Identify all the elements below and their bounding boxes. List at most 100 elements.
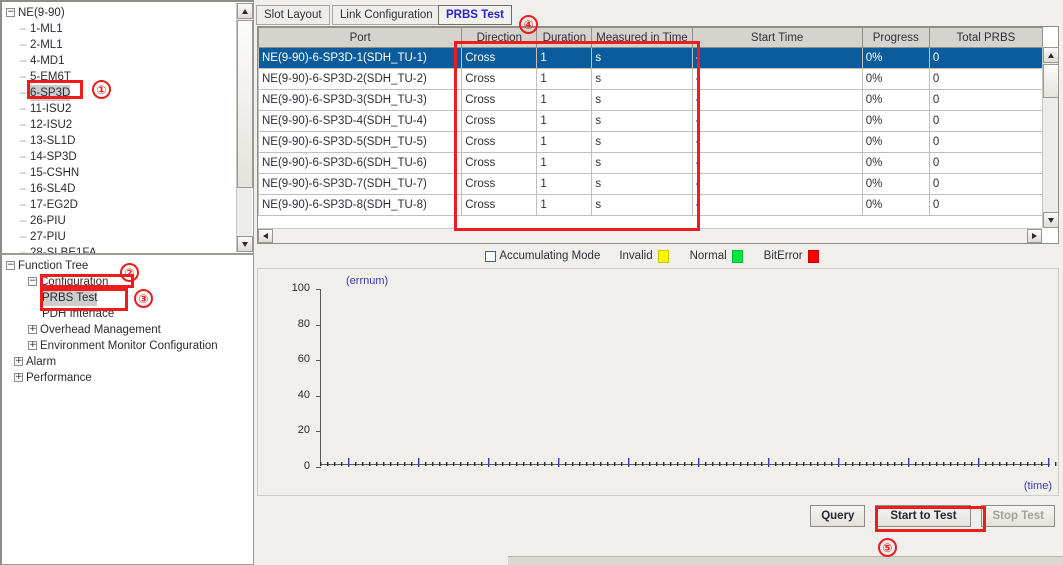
start-to-test-button[interactable]: Start to Test xyxy=(875,505,972,527)
prbs-chart: (errnum) (time) 0 20 40 60 80 100 xyxy=(257,268,1059,496)
cell-measured-in-time[interactable]: s xyxy=(591,47,693,69)
cell-measured-in-time[interactable]: s xyxy=(591,152,693,174)
column-header[interactable]: Port xyxy=(257,27,463,48)
cell-duration[interactable]: 1 xyxy=(536,68,593,90)
device-tree-item-28-slbe1fa[interactable]: –28-SLBE1FA xyxy=(6,245,236,253)
function-tree-item-overhead-management[interactable]: + Overhead Management xyxy=(6,322,236,338)
cell-duration[interactable]: 1 xyxy=(536,47,593,69)
expand-icon[interactable]: − xyxy=(28,277,37,287)
function-tree-item-prbs-test[interactable]: PRBS Test xyxy=(6,290,236,306)
scroll-up-icon[interactable] xyxy=(237,3,253,19)
scroll-thumb[interactable] xyxy=(1043,64,1059,98)
y-tick-label: 100 xyxy=(291,282,310,294)
function-tree-item-environment-monitor-configuration[interactable]: + Environment Monitor Configuration xyxy=(6,338,236,354)
cell-duration[interactable]: 1 xyxy=(536,110,593,132)
table-row[interactable]: NE(9-90)-6-SP3D-1(SDH_TU-1) Cross 1 s -0% 0 xyxy=(257,47,1044,69)
scroll-down-icon[interactable] xyxy=(237,236,253,252)
device-tree-item-17-eg2d[interactable]: –17-EG2D xyxy=(6,197,236,213)
table-vscrollbar[interactable] xyxy=(1042,47,1059,228)
function-tree[interactable]: − Function Tree − Configuration PRBS Test PDH… xyxy=(2,255,236,564)
cell-measured-in-time[interactable]: s xyxy=(591,68,693,90)
checkbox-icon[interactable] xyxy=(485,250,497,262)
scroll-left-icon[interactable] xyxy=(258,229,273,243)
device-tree-item-27-piu[interactable]: –27-PIU xyxy=(6,229,236,245)
expand-icon[interactable]: + xyxy=(28,325,37,335)
scroll-down-icon[interactable] xyxy=(1043,212,1059,228)
cell-measured-in-time[interactable]: s xyxy=(591,89,693,111)
column-header[interactable]: Direction xyxy=(461,27,538,48)
collapse-icon[interactable]: − xyxy=(6,8,15,18)
tab-link-configuration[interactable]: Link Configuration xyxy=(332,5,441,25)
tree-connector-icon: – xyxy=(20,151,27,163)
expand-icon[interactable]: + xyxy=(14,357,23,367)
cell-duration[interactable]: 1 xyxy=(536,173,593,195)
table-row[interactable]: NE(9-90)-6-SP3D-8(SDH_TU-8) Cross 1 s -0% 0 xyxy=(257,194,1044,216)
device-tree-item-12-isu2[interactable]: –12-ISU2 xyxy=(6,117,236,133)
column-header[interactable]: Duration xyxy=(536,27,593,48)
tab-prbs-test[interactable]: PRBS Test xyxy=(438,5,512,25)
device-tree-item-15-cshn[interactable]: –15-CSHN xyxy=(6,165,236,181)
tree-node-root[interactable]: − NE(9-90) xyxy=(6,5,236,21)
column-header[interactable]: Measured in Time xyxy=(591,27,693,48)
legend-swatch-normal xyxy=(731,249,743,263)
collapse-icon[interactable]: − xyxy=(6,261,15,271)
cell-duration[interactable]: 1 xyxy=(536,194,593,216)
scroll-thumb[interactable] xyxy=(237,20,253,188)
device-tree-item-4-md1[interactable]: –4-MD1 xyxy=(6,53,236,69)
table-row[interactable]: NE(9-90)-6-SP3D-7(SDH_TU-7) Cross 1 s -0% 0 xyxy=(257,173,1044,195)
column-header[interactable]: Progress xyxy=(861,27,930,48)
table-row[interactable]: NE(9-90)-6-SP3D-4(SDH_TU-4) Cross 1 s -0% 0 xyxy=(257,110,1044,132)
cell-direction[interactable]: Cross xyxy=(461,47,538,69)
accumulating-mode-checkbox[interactable]: Accumulating Mode xyxy=(485,250,600,262)
table-row[interactable]: NE(9-90)-6-SP3D-5(SDH_TU-5) Cross 1 s -0% 0 xyxy=(257,131,1044,153)
cell-direction[interactable]: Cross xyxy=(461,131,538,153)
device-tree-item-13-sl1d[interactable]: –13-SL1D xyxy=(6,133,236,149)
cell-direction[interactable]: Cross xyxy=(461,194,538,216)
cell-start-time: - xyxy=(691,89,863,111)
tree-node-function-root[interactable]: − Function Tree xyxy=(6,258,236,274)
device-tree-item-6-sp3d[interactable]: –6-SP3D xyxy=(6,85,236,101)
cell-measured-in-time[interactable]: s xyxy=(591,110,693,132)
cell-total-prbs: 0 xyxy=(928,131,1044,153)
device-tree-item-1-ml1[interactable]: –1-ML1 xyxy=(6,21,236,37)
device-tree-item-16-sl4d[interactable]: –16-SL4D xyxy=(6,181,236,197)
cell-duration[interactable]: 1 xyxy=(536,89,593,111)
cell-direction[interactable]: Cross xyxy=(461,110,538,132)
function-tree-item-pdh-interface[interactable]: PDH Interface xyxy=(6,306,236,322)
device-tree-item-26-piu[interactable]: –26-PIU xyxy=(6,213,236,229)
cell-progress: 0% xyxy=(861,194,930,216)
scroll-up-icon[interactable] xyxy=(1043,47,1059,63)
column-header[interactable]: Total PRBS xyxy=(928,27,1044,48)
query-button[interactable]: Query xyxy=(810,505,866,527)
expand-icon[interactable]: + xyxy=(28,341,37,351)
tree-connector-icon: – xyxy=(20,103,27,115)
device-tree-item-5-em6t[interactable]: –5-EM6T xyxy=(6,69,236,85)
column-header[interactable]: Start Time xyxy=(691,27,863,48)
function-tree-item-performance[interactable]: + Performance xyxy=(6,370,236,386)
scroll-right-icon[interactable] xyxy=(1027,229,1042,243)
cell-measured-in-time[interactable]: s xyxy=(591,194,693,216)
device-tree-item-2-ml1[interactable]: –2-ML1 xyxy=(6,37,236,53)
cell-measured-in-time[interactable]: s xyxy=(591,131,693,153)
tab-slot-layout[interactable]: Slot Layout xyxy=(256,5,330,25)
table-row[interactable]: NE(9-90)-6-SP3D-6(SDH_TU-6) Cross 1 s -0% 0 xyxy=(257,152,1044,174)
cell-direction[interactable]: Cross xyxy=(461,152,538,174)
table-hscrollbar[interactable] xyxy=(258,228,1042,243)
device-tree-item-14-sp3d[interactable]: –14-SP3D xyxy=(6,149,236,165)
table-row[interactable]: NE(9-90)-6-SP3D-2(SDH_TU-2) Cross 1 s -0% 0 xyxy=(257,68,1044,90)
device-tree[interactable]: − NE(9-90) –1-ML1–2-ML1–4-MD1–5-EM6T –6-SP3… xyxy=(2,2,236,253)
cell-direction[interactable]: Cross xyxy=(461,68,538,90)
function-tree-item-configuration[interactable]: − Configuration xyxy=(6,274,236,290)
table-row[interactable]: NE(9-90)-6-SP3D-3(SDH_TU-3) Cross 1 s -0% 0 xyxy=(257,89,1044,111)
table-body[interactable]: NE(9-90)-6-SP3D-1(SDH_TU-1) Cross 1 s -0% 0 NE… xyxy=(257,47,1044,216)
cell-duration[interactable]: 1 xyxy=(536,131,593,153)
cell-direction[interactable]: Cross xyxy=(461,89,538,111)
expand-icon[interactable]: + xyxy=(14,373,23,383)
prbs-port-table[interactable]: Port Direction Duration Measured in Time Sta… xyxy=(257,26,1059,244)
cell-measured-in-time[interactable]: s xyxy=(591,173,693,195)
device-tree-scrollbar[interactable] xyxy=(236,3,253,252)
device-tree-item-11-isu2[interactable]: –11-ISU2 xyxy=(6,101,236,117)
cell-duration[interactable]: 1 xyxy=(536,152,593,174)
cell-direction[interactable]: Cross xyxy=(461,173,538,195)
function-tree-item-alarm[interactable]: + Alarm xyxy=(6,354,236,370)
